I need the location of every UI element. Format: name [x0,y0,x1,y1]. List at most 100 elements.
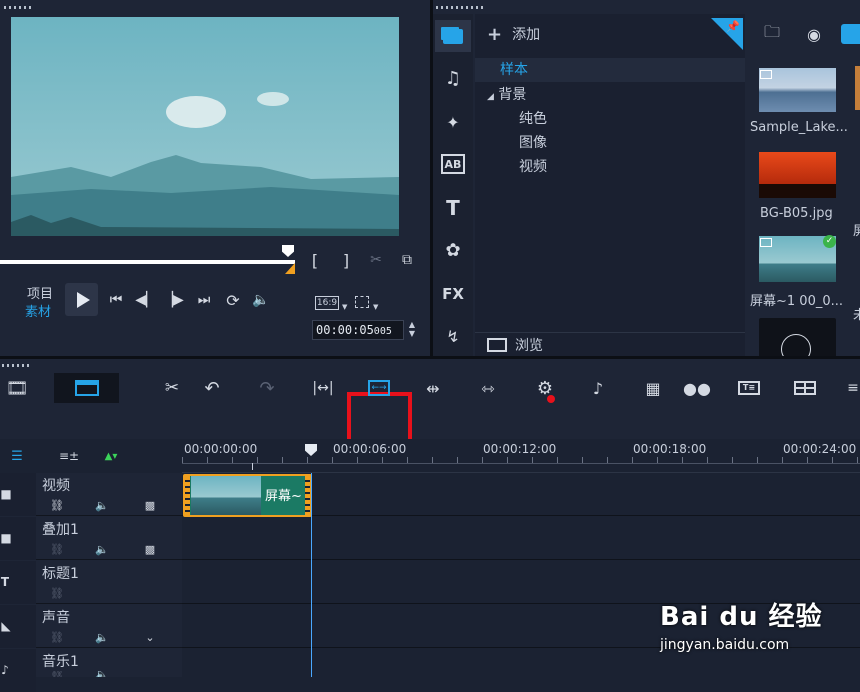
add-track-icon[interactable]: ≡± [58,447,80,465]
redo-icon[interactable]: ↷ [255,376,279,400]
tree-item-video[interactable]: 视频 [519,156,547,178]
browse-button[interactable]: 浏览 [487,334,543,356]
category-text-icon[interactable]: T [441,196,465,220]
audio-mixer-icon[interactable]: ♪ [585,376,611,400]
view-toggle-button[interactable] [841,24,860,44]
step-back-icon[interactable]: ◀▏ [135,290,157,310]
thumbnail-column-2-name: 屏 [853,224,860,239]
link-icon[interactable]: ⛓ [48,541,66,557]
category-title-ab-icon[interactable]: AB [441,154,465,174]
category-graphics-icon[interactable]: ✿ [441,238,465,262]
track-header-voice[interactable]: ◣ 声音 ⛓ 🔈 ⌄ [0,605,182,648]
chevron-down-icon[interactable]: ⌄ [142,629,158,645]
category-fx-icon[interactable]: FX [441,282,465,306]
thumbnail-item[interactable]: ✓ 屏幕~1 00_0... [747,226,845,310]
volume-icon[interactable]: 🔈 [93,497,111,513]
tree-item-image[interactable]: 图像 [519,132,547,154]
copy-icon[interactable]: ⧉ [397,250,417,270]
link-icon[interactable]: ⛓ [48,671,66,677]
category-path-icon[interactable]: ↯ [441,324,465,348]
scrub-marker[interactable] [282,245,294,257]
track-header-music[interactable]: ♪ 音乐1 ⛓ 🔈 [0,649,182,692]
video-clip[interactable]: 屏幕~ [183,474,312,517]
thumbnail-item[interactable] [747,310,845,356]
track-header-overlay[interactable]: ■ 叠加1 ⛓ 🔈 ▩ [0,517,182,560]
pin-corner[interactable]: 📌 [711,18,743,50]
aspect-dropdown-icon[interactable]: ▼ [342,303,347,311]
chapter-marker-icon[interactable]: ▲▾ [100,447,122,465]
category-transition-icon[interactable]: ✦ [441,110,465,134]
split-icon[interactable]: ⇹ [420,376,446,400]
timeline-ruler[interactable]: 00:00:00:00 00:00:06:00 00:00:12:00 00:0… [182,439,860,473]
link-icon[interactable]: ⛓ [48,629,66,645]
video-type-icon [760,238,772,247]
track-name: 视频 [42,478,70,494]
clip-trim-right[interactable] [305,476,310,515]
tree-item-solid[interactable]: 纯色 [519,108,547,130]
volume-icon[interactable]: 🔈 [251,290,271,310]
scrub-bar[interactable] [0,260,295,264]
link-icon[interactable]: ⛓ [48,497,66,513]
filmstrip-icon[interactable]: ▦ [640,376,666,400]
clip-thumbnail [191,476,261,515]
tree-item-sample[interactable]: 样本 [475,58,745,82]
undo-icon[interactable]: ↶ [200,376,224,400]
playhead-line[interactable] [311,473,312,677]
skip-start-icon[interactable]: ⏮ [106,290,126,310]
thumbnail-item[interactable]: Sample_Lake... [747,56,848,142]
track-header-video[interactable]: ■ 视频 ⛓ 🔈 ▩ [0,473,182,516]
aspect-ratio-button[interactable]: 16:9 [315,296,339,310]
fit-project-icon[interactable]: |↔| [308,376,338,400]
title-editor-icon[interactable]: T≡ [736,376,762,400]
import-folder-icon[interactable]: 🗀 [759,22,785,46]
track-header-title[interactable]: T 标题1 ⛓ [0,561,182,604]
clip-mode-label[interactable]: 素材 [25,301,51,320]
preview-image [11,17,399,236]
category-audio-icon[interactable]: ♫ [441,66,465,90]
resize-dropdown-icon[interactable]: ▼ [373,303,378,311]
link-icon[interactable]: ⛓ [48,585,66,601]
track-lane[interactable] [182,517,860,560]
volume-icon[interactable]: 🔈 [93,629,111,645]
trim-marker[interactable] [285,263,295,274]
preview-window [11,17,399,236]
timeline-view-button[interactable] [54,373,119,403]
transparency-icon[interactable]: ▩ [142,541,158,557]
blend-icon[interactable]: ●● [683,376,711,400]
category-media-button[interactable] [435,20,471,52]
play-button[interactable] [65,283,98,316]
ripple-icon[interactable]: ⇿ [474,376,502,400]
panel-grip[interactable] [2,364,32,367]
more-icon[interactable]: ≡ [846,376,860,400]
scissors-icon[interactable]: ✂ [366,250,386,270]
resize-mode-icon[interactable] [355,296,369,308]
browse-label: 浏览 [515,338,543,354]
camera-icon[interactable]: ◉ [801,22,827,46]
track-headers: ■ 视频 ⛓ 🔈 ▩ ■ 叠加1 ⛓ 🔈 ▩ T 标题1 ⛓ ◣ 声音 ⛓ 🔈 … [0,473,182,692]
storyboard-view-icon[interactable]: 🎞 [2,376,32,400]
clip-trim-left[interactable] [185,476,190,515]
step-forward-icon[interactable]: ▕▶ [162,290,184,310]
playhead-handle[interactable] [305,444,317,456]
mark-in-icon[interactable]: [ [307,250,323,270]
thumbnail-item[interactable]: BG-B05.jpg [747,142,845,226]
panel-grip[interactable] [436,6,486,9]
fit-timeline-button[interactable]: ←→ [365,376,393,400]
add-button[interactable]: + 添加 [487,22,540,46]
volume-icon[interactable]: 🔈 [93,541,111,557]
track-name: 声音 [42,610,70,626]
timecode-field[interactable]: 00:00:05005 [312,320,404,340]
skip-end-icon[interactable]: ⏭ [194,290,214,310]
timecode-stepper[interactable]: ▲ ▼ [405,320,419,340]
pin-icon: 📌 [726,20,740,33]
project-mode-label[interactable]: 项目 [27,283,53,302]
tree-item-background[interactable]: ◢ 背景 [487,84,526,108]
tools-icon[interactable]: ✂ [160,376,184,400]
layout-grid-icon[interactable] [792,376,818,400]
volume-icon[interactable]: 🔈 [93,671,111,677]
repeat-icon[interactable]: ⟳ [222,290,244,310]
transparency-icon[interactable]: ▩ [142,497,158,513]
mark-out-icon[interactable]: ] [338,250,354,270]
track-manager-icon[interactable]: ☰ [6,447,28,465]
panel-grip[interactable] [4,6,34,9]
